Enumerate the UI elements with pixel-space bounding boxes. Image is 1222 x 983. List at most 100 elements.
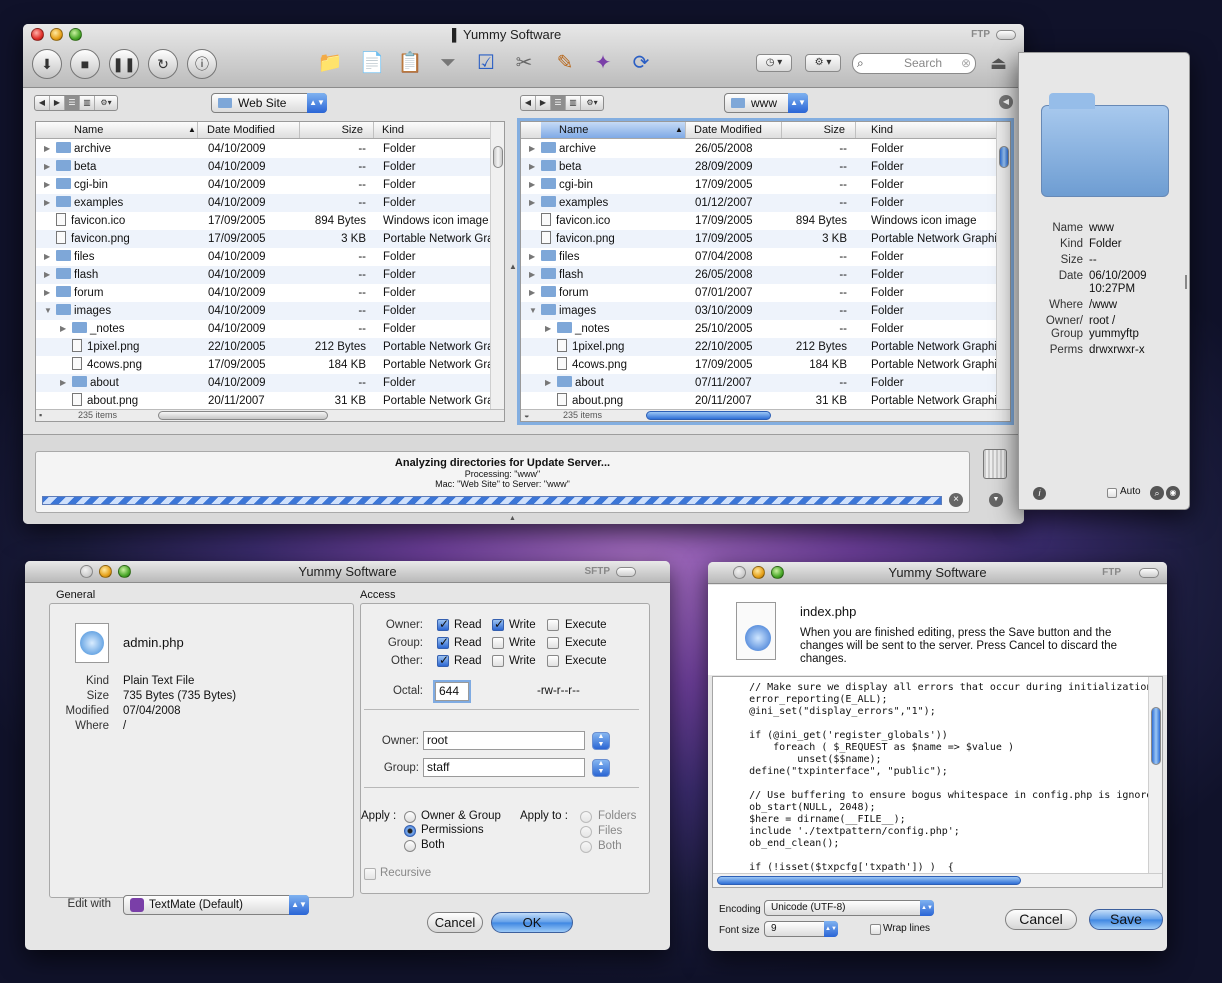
sync-icon[interactable]: ⟳ [624, 46, 658, 80]
forward-icon[interactable]: ▶ [536, 96, 551, 110]
file-row[interactable]: favicon.ico 17/09/2005 894 Bytes Windows ic… [521, 212, 996, 230]
horizontal-scroll-thumb[interactable] [158, 411, 328, 420]
group-read-checkbox[interactable] [437, 635, 449, 649]
column-kind[interactable]: Kind [378, 122, 498, 138]
file-row[interactable]: ▼ images 03/10/2009 -- Folder [521, 302, 996, 320]
apply-to-folders-radio[interactable] [580, 811, 592, 823]
eject-icon[interactable]: ⏏ [990, 52, 1007, 74]
toolbar-toggle-button[interactable] [996, 30, 1016, 40]
minimize-window-button[interactable] [50, 28, 63, 41]
minimize-window-button[interactable] [99, 565, 112, 578]
file-row[interactable]: 4cows.png 17/09/2005 184 KB Portable Networ… [521, 356, 996, 374]
disclosure-triangle-icon[interactable]: ▶ [545, 320, 551, 338]
code-text[interactable]: // Make sure we display all errors that … [725, 682, 1158, 874]
cancel-button[interactable]: Cancel [427, 912, 483, 933]
left-view-controls[interactable]: ◀ ▶ ☰ ▥ ⚙▾ [34, 95, 118, 111]
file-row[interactable]: ▶ forum 04/10/2009 -- Folder [36, 284, 490, 302]
toolbar-toggle-button[interactable] [616, 567, 636, 577]
disclosure-triangle-icon[interactable]: ▶ [44, 284, 50, 302]
file-row[interactable]: ▶ archive 04/10/2009 -- Folder [36, 140, 490, 158]
new-folder-icon[interactable]: 📁 [313, 46, 347, 80]
close-window-button[interactable] [733, 566, 746, 579]
file-row[interactable]: ▶ _notes 04/10/2009 -- Folder [36, 320, 490, 338]
file-row[interactable]: about.png 20/11/2007 31 KB Portable Network… [36, 392, 490, 410]
file-row[interactable]: ▶ cgi-bin 17/09/2005 -- Folder [521, 176, 996, 194]
file-row[interactable]: favicon.png 17/09/2005 3 KB Portable Networ… [36, 230, 490, 248]
file-row[interactable]: ▶ about 04/10/2009 -- Folder [36, 374, 490, 392]
disclosure-triangle-icon[interactable]: ▶ [60, 374, 66, 392]
trash-icon[interactable] [983, 449, 1007, 479]
disclosure-triangle-icon[interactable]: ▶ [529, 194, 535, 212]
group-execute-checkbox[interactable] [547, 637, 559, 649]
disclosure-triangle-icon[interactable]: ▼ [44, 302, 52, 320]
new-file-icon[interactable]: 📄 [355, 46, 389, 80]
file-row[interactable]: 1pixel.png 22/10/2005 212 Bytes Portable Ne… [521, 338, 996, 356]
zoom-window-button[interactable] [771, 566, 784, 579]
cancel-button[interactable]: Cancel [1005, 909, 1077, 930]
disclosure-triangle-icon[interactable]: ▶ [44, 248, 50, 266]
apply-owner-group-radio[interactable] [404, 811, 416, 823]
vertical-scrollbar[interactable] [490, 122, 504, 409]
disclosure-triangle-icon[interactable]: ▶ [529, 176, 535, 194]
file-row[interactable]: ▶ cgi-bin 04/10/2009 -- Folder [36, 176, 490, 194]
file-row[interactable]: ▶ flash 04/10/2009 -- Folder [36, 266, 490, 284]
local-file-list[interactable]: Name ▲ Date Modified Size Kind ▶ archive 0… [35, 121, 505, 422]
vertical-scrollbar[interactable] [1148, 677, 1162, 873]
column-name[interactable]: Name [56, 122, 198, 138]
download-icon[interactable]: ⬇ [32, 49, 62, 79]
file-row[interactable]: ▶ beta 28/09/2009 -- Folder [521, 158, 996, 176]
gear-icon[interactable]: ⚙▾ [581, 96, 603, 110]
remote-file-list[interactable]: Name ▲ Date Modified Size Kind ▶ archive 2… [520, 121, 1011, 422]
info-button-icon[interactable]: i [1033, 487, 1046, 500]
owner-write-checkbox[interactable] [492, 617, 504, 631]
other-execute-checkbox[interactable] [547, 655, 559, 667]
column-header[interactable]: Name ▲ Date Modified Size Kind [36, 122, 490, 139]
apply-to-files-radio[interactable] [580, 826, 592, 838]
filter-icon[interactable]: ⏷ [431, 46, 465, 80]
column-size[interactable]: Size [782, 122, 856, 138]
octal-field[interactable]: 644 [435, 682, 469, 701]
pause-icon[interactable]: ❚❚ [109, 49, 139, 79]
file-row[interactable]: ▶ forum 07/01/2007 -- Folder [521, 284, 996, 302]
column-date[interactable]: Date Modified [203, 122, 300, 138]
file-row[interactable]: ▶ _notes 25/10/2005 -- Folder [521, 320, 996, 338]
disclosure-triangle-icon[interactable]: ▶ [44, 158, 50, 176]
drawer-grip-icon[interactable] [1185, 275, 1187, 289]
column-view-icon[interactable]: ▥ [566, 96, 581, 110]
column-name[interactable]: Name [541, 122, 686, 138]
disclosure-triangle-icon[interactable]: ▶ [529, 248, 535, 266]
file-row[interactable]: ▼ images 04/10/2009 -- Folder [36, 302, 490, 320]
file-row[interactable]: ▶ flash 26/05/2008 -- Folder [521, 266, 996, 284]
collapse-drawer-icon[interactable]: ◀ [999, 95, 1013, 109]
list-view-icon[interactable]: ☰ [65, 96, 80, 110]
vertical-scrollbar[interactable] [996, 122, 1010, 409]
disclosure-triangle-icon[interactable]: ▶ [529, 284, 535, 302]
column-date[interactable]: Date Modified [690, 122, 782, 138]
file-row[interactable]: ▶ about 07/11/2007 -- Folder [521, 374, 996, 392]
owner-read-checkbox[interactable] [437, 617, 449, 631]
disclosure-triangle-icon[interactable]: ▶ [44, 194, 50, 212]
other-write-checkbox[interactable] [492, 655, 504, 667]
search-field[interactable]: ⌕ Search ⊗ [852, 53, 976, 74]
group-write-checkbox[interactable] [492, 637, 504, 649]
disclosure-triangle-icon[interactable]: ▶ [529, 266, 535, 284]
close-window-button[interactable] [80, 565, 93, 578]
gear-icon[interactable]: ⚙▾ [95, 96, 117, 110]
wrap-lines-checkbox[interactable] [870, 924, 881, 935]
disclosure-triangle-icon[interactable]: ▶ [545, 374, 551, 392]
column-header[interactable]: Name ▲ Date Modified Size Kind [521, 122, 996, 139]
right-view-controls[interactable]: ◀ ▶ ☰ ▥ ⚙▾ [520, 95, 604, 111]
cancel-transfer-icon[interactable]: × [949, 493, 963, 507]
refresh-icon[interactable]: ↻ [148, 49, 178, 79]
disclosure-triangle-icon[interactable]: ▶ [44, 176, 50, 194]
stop-icon[interactable]: ■ [70, 49, 100, 79]
save-button[interactable]: Save [1089, 909, 1163, 930]
ok-button[interactable]: OK [491, 912, 573, 933]
group-popup-stepper[interactable]: ▲ ▼ [592, 759, 610, 777]
history-menu-icon[interactable]: ◷ ▾ [756, 54, 792, 72]
minimize-window-button[interactable] [752, 566, 765, 579]
file-row[interactable]: ▶ files 07/04/2008 -- Folder [521, 248, 996, 266]
resize-handle-icon[interactable]: ▲ [509, 515, 516, 522]
file-row[interactable]: favicon.png 17/09/2005 3 KB Portable Networ… [521, 230, 996, 248]
file-row[interactable]: favicon.ico 17/09/2005 894 Bytes Windows ic… [36, 212, 490, 230]
